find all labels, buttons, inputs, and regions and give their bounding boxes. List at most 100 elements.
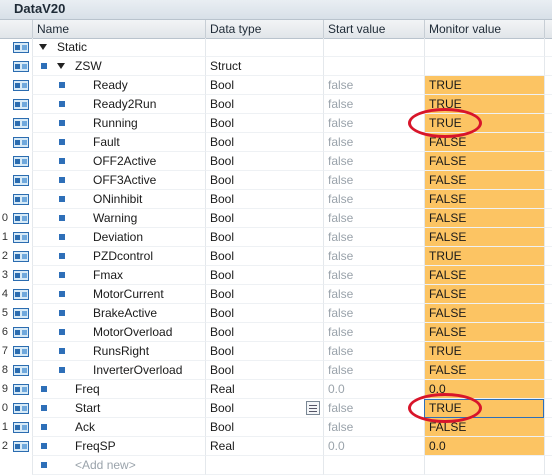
start-value-cell[interactable]: false <box>323 133 424 152</box>
data-type-cell[interactable]: Bool <box>205 342 323 361</box>
name-cell[interactable]: MotorOverload <box>32 323 205 342</box>
start-value-cell[interactable]: false <box>323 285 424 304</box>
start-value-cell[interactable]: false <box>323 342 424 361</box>
table-row[interactable]: Static <box>0 38 552 57</box>
table-row[interactable]: OFF2Active Bool false FALSE <box>0 152 552 171</box>
name-cell[interactable]: Fmax <box>32 266 205 285</box>
row-number <box>0 152 8 171</box>
name-cell[interactable]: Ready <box>32 76 205 95</box>
data-type-cell[interactable]: Bool <box>205 361 323 380</box>
name-cell[interactable]: OFF2Active <box>32 152 205 171</box>
start-value-cell[interactable] <box>323 57 424 76</box>
name-cell[interactable]: Deviation <box>32 228 205 247</box>
data-type-cell[interactable]: Struct <box>205 57 323 76</box>
data-type-cell[interactable]: Bool <box>205 190 323 209</box>
table-row[interactable]: 3 Fmax Bool false FALSE <box>0 266 552 285</box>
column-header-monitor-value[interactable]: Monitor value <box>424 20 544 38</box>
start-value-cell[interactable]: false <box>323 171 424 190</box>
start-value-cell[interactable]: 0.0 <box>323 380 424 399</box>
name-cell[interactable]: ZSW <box>32 57 205 76</box>
data-type-cell[interactable]: Bool <box>205 285 323 304</box>
start-value-cell[interactable]: 0.0 <box>323 437 424 456</box>
data-type-cell[interactable]: Bool <box>205 133 323 152</box>
start-value-cell[interactable]: false <box>323 152 424 171</box>
db-icon <box>13 156 29 167</box>
column-header-name[interactable]: Name <box>32 20 205 38</box>
start-value-cell[interactable] <box>323 38 424 57</box>
table-row[interactable]: 2 PZDcontrol Bool false TRUE <box>0 247 552 266</box>
start-value-cell[interactable] <box>323 456 424 475</box>
edit-value-button[interactable] <box>306 401 320 415</box>
name-cell[interactable]: Static <box>32 38 205 57</box>
member-bullet-icon <box>41 443 47 449</box>
table-row[interactable]: <Add new> <box>0 456 552 475</box>
table-row[interactable]: 7 RunsRight Bool false TRUE <box>0 342 552 361</box>
data-type-cell[interactable]: Bool <box>205 228 323 247</box>
table-row[interactable]: 1 Deviation Bool false FALSE <box>0 228 552 247</box>
data-type-cell[interactable] <box>205 456 323 475</box>
table-row[interactable]: Ready Bool false TRUE <box>0 76 552 95</box>
start-value-cell[interactable]: false <box>323 361 424 380</box>
start-value-cell[interactable]: false <box>323 418 424 437</box>
data-type-cell[interactable]: Bool <box>205 152 323 171</box>
name-cell[interactable]: FreqSP <box>32 437 205 456</box>
data-type-cell[interactable]: Real <box>205 437 323 456</box>
start-value-cell[interactable]: false <box>323 95 424 114</box>
table-row[interactable]: 4 MotorCurrent Bool false FALSE <box>0 285 552 304</box>
table-row[interactable]: 2 FreqSP Real 0.0 0.0 <box>0 437 552 456</box>
data-type-cell[interactable] <box>205 38 323 57</box>
data-type-cell[interactable]: Bool <box>205 76 323 95</box>
name-cell[interactable]: InverterOverload <box>32 361 205 380</box>
name-cell[interactable]: Running <box>32 114 205 133</box>
member-name: Deviation <box>93 230 144 244</box>
name-cell[interactable]: <Add new> <box>32 456 205 475</box>
data-type-cell[interactable]: Bool <box>205 171 323 190</box>
start-value-cell[interactable]: false <box>323 228 424 247</box>
table-row[interactable]: 1 Ack Bool false FALSE <box>0 418 552 437</box>
name-cell[interactable]: Fault <box>32 133 205 152</box>
data-type-cell[interactable]: Bool <box>205 95 323 114</box>
data-type-cell[interactable]: Bool <box>205 247 323 266</box>
data-type-cell[interactable]: Real <box>205 380 323 399</box>
trailing-cell <box>544 456 552 475</box>
table-row[interactable]: ZSW Struct <box>0 57 552 76</box>
table-row[interactable]: 8 InverterOverload Bool false FALSE <box>0 361 552 380</box>
data-type-cell[interactable]: Bool <box>205 304 323 323</box>
name-cell[interactable]: MotorCurrent <box>32 285 205 304</box>
data-type-cell[interactable]: Bool <box>205 209 323 228</box>
expand-triangle-icon[interactable] <box>57 63 65 69</box>
table-row[interactable]: OFF3Active Bool false FALSE <box>0 171 552 190</box>
table-row[interactable]: ONinhibit Bool false FALSE <box>0 190 552 209</box>
name-cell[interactable]: Start <box>32 399 205 418</box>
name-cell[interactable]: Ready2Run <box>32 95 205 114</box>
start-value-cell[interactable]: false <box>323 190 424 209</box>
table-row[interactable]: 0 Warning Bool false FALSE <box>0 209 552 228</box>
expand-triangle-icon[interactable] <box>39 44 47 50</box>
start-value-cell[interactable]: false <box>323 304 424 323</box>
name-cell[interactable]: Ack <box>32 418 205 437</box>
table-row[interactable]: 5 BrakeActive Bool false FALSE <box>0 304 552 323</box>
name-cell[interactable]: RunsRight <box>32 342 205 361</box>
start-value-cell[interactable]: false <box>323 247 424 266</box>
member-name: FreqSP <box>75 439 116 453</box>
column-header-data-type[interactable]: Data type <box>205 20 323 38</box>
member-bullet-icon <box>59 253 65 259</box>
data-type-cell[interactable]: Bool <box>205 114 323 133</box>
name-cell[interactable]: Freq <box>32 380 205 399</box>
data-type-cell[interactable]: Bool <box>205 418 323 437</box>
table-row[interactable]: Fault Bool false FALSE <box>0 133 552 152</box>
start-value-cell[interactable]: false <box>323 209 424 228</box>
start-value-cell[interactable]: false <box>323 323 424 342</box>
start-value-cell[interactable]: false <box>323 266 424 285</box>
member-bullet-icon <box>59 177 65 183</box>
name-cell[interactable]: PZDcontrol <box>32 247 205 266</box>
name-cell[interactable]: BrakeActive <box>32 304 205 323</box>
name-cell[interactable]: Warning <box>32 209 205 228</box>
name-cell[interactable]: OFF3Active <box>32 171 205 190</box>
table-row[interactable]: 6 MotorOverload Bool false FALSE <box>0 323 552 342</box>
start-value-cell[interactable]: false <box>323 76 424 95</box>
data-type-cell[interactable]: Bool <box>205 323 323 342</box>
data-type-cell[interactable]: Bool <box>205 266 323 285</box>
name-cell[interactable]: ONinhibit <box>32 190 205 209</box>
column-header-start-value[interactable]: Start value <box>323 20 424 38</box>
